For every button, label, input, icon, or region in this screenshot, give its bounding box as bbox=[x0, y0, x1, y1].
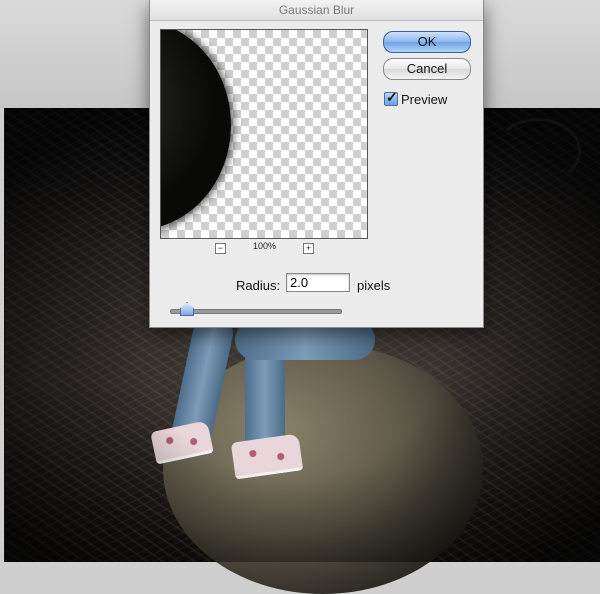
radius-units-label: pixels bbox=[357, 278, 391, 293]
zoom-in-icon[interactable]: + bbox=[303, 243, 314, 254]
radius-slider-track[interactable] bbox=[170, 309, 342, 314]
preview-image-content bbox=[161, 30, 231, 230]
preview-checkbox-row[interactable]: ✓ Preview bbox=[384, 89, 448, 108]
dialog-title: Gaussian Blur bbox=[150, 0, 483, 21]
zoom-out-icon[interactable]: − bbox=[215, 243, 226, 254]
zoom-level: 100% bbox=[253, 241, 277, 251]
radius-input[interactable] bbox=[286, 273, 350, 292]
ok-button[interactable]: OK bbox=[383, 31, 471, 53]
radius-label: Radius: bbox=[236, 278, 281, 293]
gaussian-blur-dialog: Gaussian Blur − 100% + OK Cancel ✓ Previe… bbox=[149, 0, 484, 328]
preview-checkbox[interactable]: ✓ bbox=[384, 89, 398, 106]
slider-thumb-icon[interactable] bbox=[180, 302, 194, 316]
cancel-button[interactable]: Cancel bbox=[383, 58, 471, 80]
blur-preview-window[interactable] bbox=[160, 29, 368, 239]
preview-label: Preview bbox=[401, 92, 448, 107]
preview-zoom-row: − 100% + bbox=[160, 241, 368, 255]
checkmark-icon: ✓ bbox=[386, 89, 398, 105]
